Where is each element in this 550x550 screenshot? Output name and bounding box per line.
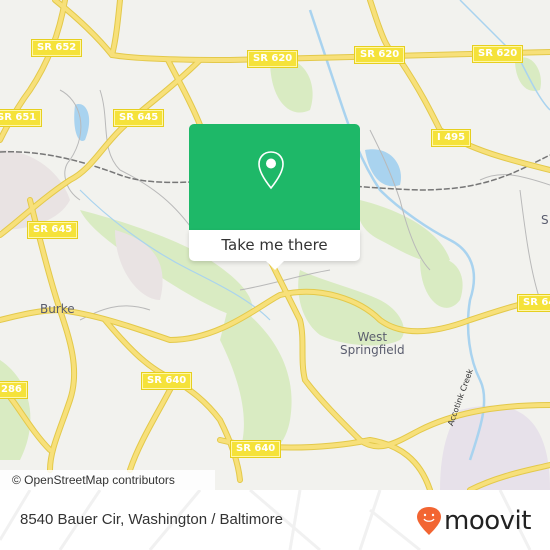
road-shield-sr620: SR 620 <box>248 51 298 67</box>
moovit-pin-icon <box>417 507 441 535</box>
road-shield-i495: I 495 <box>432 130 471 146</box>
road-shield-sr286: 286 <box>0 382 27 398</box>
moovit-wordmark: moovit <box>444 506 531 536</box>
popup-pointer <box>265 260 285 270</box>
place-label-partial: S <box>541 213 549 227</box>
moovit-logo[interactable]: moovit <box>416 506 531 536</box>
map-attribution[interactable]: © OpenStreetMap contributors <box>0 470 215 490</box>
road-shield-sr620: SR 620 <box>473 46 523 62</box>
address-label: 8540 Bauer Cir, Washington / Baltimore <box>20 511 283 528</box>
place-label-line: Springfield <box>340 343 405 357</box>
road-shield-sr640: SR 640 <box>142 373 192 389</box>
place-label-west-springfield: West Springfield <box>340 331 405 357</box>
road-shield-sr645: SR 645 <box>114 110 164 126</box>
popup-header[interactable] <box>189 124 360 230</box>
road-shield-sr640: SR 640 <box>231 441 281 457</box>
road-shield-sr652: SR 652 <box>32 40 82 56</box>
take-me-there-button[interactable]: Take me there <box>189 230 360 261</box>
footer: 8540 Bauer Cir, Washington / Baltimore m… <box>0 490 550 550</box>
place-label-burke: Burke <box>40 302 75 316</box>
road-shield-sr645: SR 645 <box>28 222 78 238</box>
road-shield-sr64: SR 64 <box>518 295 550 311</box>
road-shield-sr651: SR 651 <box>0 110 42 126</box>
road-shield-sr620: SR 620 <box>355 47 405 63</box>
location-pin-icon <box>258 151 284 190</box>
